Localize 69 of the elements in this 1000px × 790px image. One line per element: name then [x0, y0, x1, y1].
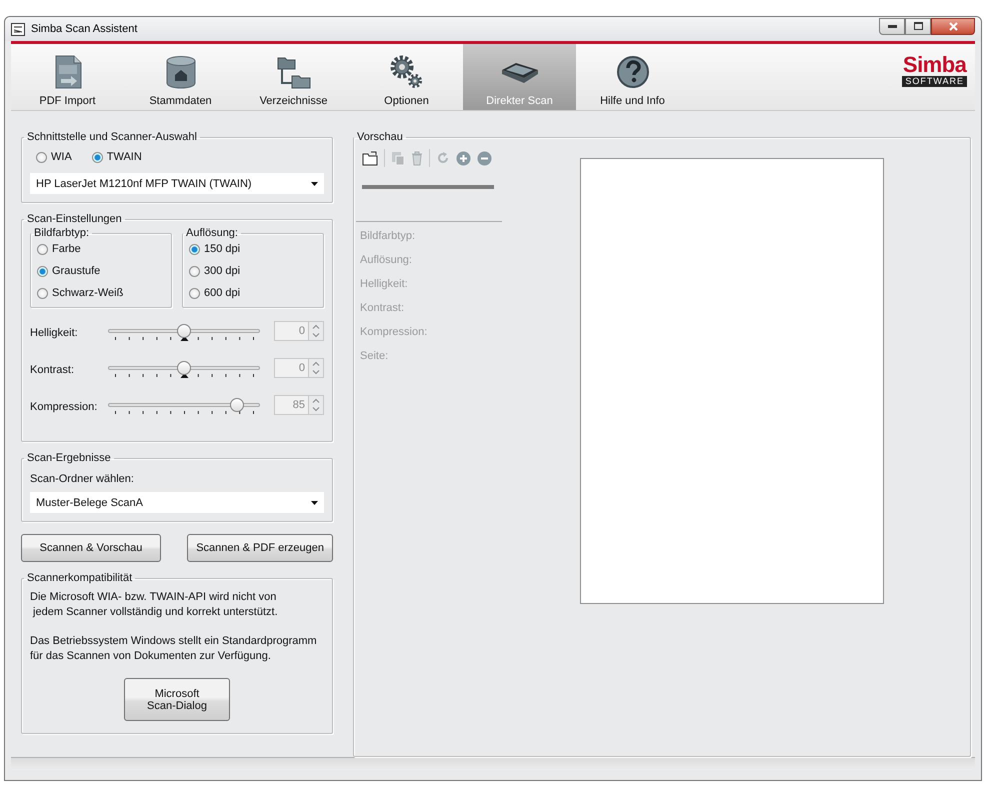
- info-label: Seite:: [360, 350, 390, 364]
- radio-label[interactable]: 150 dpi: [204, 243, 240, 255]
- logo-subtitle: SOFTWARE: [902, 76, 967, 87]
- slider-thumb[interactable]: [177, 361, 191, 375]
- radio-label[interactable]: 600 dpi: [204, 287, 240, 299]
- maximize-button[interactable]: [905, 18, 931, 34]
- radio-label[interactable]: Schwarz-Weiß: [52, 287, 124, 299]
- info-label: Kompression:: [360, 326, 428, 340]
- close-button[interactable]: [931, 18, 975, 34]
- window-title: Simba Scan Assistent: [31, 23, 138, 35]
- group-title: Bildfarbtyp:: [33, 227, 90, 239]
- close-icon: [948, 22, 958, 30]
- group-title: Scannerkompatibilität: [26, 572, 134, 584]
- radio-label[interactable]: 300 dpi: [204, 265, 240, 277]
- toolbar-tab[interactable]: Verzeichnisse: [237, 44, 350, 110]
- group-title: Vorschau: [356, 131, 404, 143]
- pdf-document-icon: [52, 55, 82, 89]
- group-title: Auflösung:: [185, 227, 239, 239]
- radio-button[interactable]: [36, 152, 47, 162]
- group-title: Schnittstelle und Scanner-Auswahl: [26, 131, 198, 143]
- folder-tree-icon: [276, 55, 312, 89]
- radio-label[interactable]: TWAIN: [106, 151, 142, 163]
- field-label: Scan-Ordner wählen:: [30, 473, 135, 485]
- radio-button[interactable]: [92, 152, 103, 162]
- app-icon: [11, 22, 25, 36]
- maximize-icon: [914, 22, 922, 30]
- radio-button[interactable]: [37, 266, 48, 276]
- help-icon: [616, 55, 650, 89]
- slider-label: Kontrast:: [30, 363, 76, 376]
- scan-button[interactable]: Scannen & Vorschau: [21, 534, 161, 562]
- radio-button[interactable]: [37, 244, 48, 254]
- minimize-button[interactable]: [879, 18, 905, 34]
- minimize-icon: [888, 24, 896, 28]
- radio-label[interactable]: Farbe: [52, 243, 81, 255]
- toolbar-tab[interactable]: Optionen: [350, 44, 463, 110]
- dropdown[interactable]: Muster-Belege ScanA: [30, 492, 324, 513]
- dropdown-caret-icon: [311, 182, 318, 186]
- group-title: Scan-Einstellungen: [26, 213, 123, 225]
- info-paragraph: Das Betriebssystem Windows stellt ein Standardprogramm für das Scannen von Dokumenten zur Verfügung.: [30, 634, 318, 664]
- zoom-out-icon[interactable]: [477, 150, 492, 166]
- slider-thumb[interactable]: [230, 398, 244, 412]
- toolbar-tab[interactable]: Hilfe und Info: [576, 44, 689, 110]
- radio-label[interactable]: Graustufe: [52, 265, 100, 277]
- radio-button[interactable]: [189, 244, 200, 254]
- slider-label: Helligkeit:: [30, 326, 79, 339]
- info-label: Auflösung:: [360, 254, 413, 268]
- gears-icon: [388, 54, 424, 90]
- scanner-icon: [500, 60, 540, 84]
- toolbar-tab[interactable]: PDF Import: [11, 44, 124, 110]
- folder-icon[interactable]: [362, 150, 378, 166]
- slider-thumb[interactable]: [177, 324, 191, 338]
- info-paragraph: Die Microsoft WIA- bzw. TWAIN-API wird nicht von jedem Scanner vollständig und korrekt unterstützt.: [30, 590, 279, 620]
- scan-dialog-button[interactable]: Microsoft Scan-Dialog: [124, 678, 230, 721]
- dropdown-caret-icon: [311, 500, 318, 504]
- logo-text: Simba: [902, 54, 967, 76]
- radio-button[interactable]: [189, 288, 200, 298]
- info-label: Kontrast:: [360, 302, 406, 316]
- database-home-icon: [164, 55, 198, 89]
- radio-label[interactable]: WIA: [51, 151, 72, 163]
- zoom-in-icon[interactable]: [456, 150, 471, 166]
- radio-button[interactable]: [189, 266, 200, 276]
- scan-button[interactable]: Scannen & PDF erzeugen: [187, 534, 333, 562]
- info-label: Helligkeit:: [360, 278, 409, 292]
- toolbar-tab[interactable]: Stammdaten: [124, 44, 237, 110]
- slider-label: Kompression:: [30, 400, 98, 413]
- radio-button[interactable]: [37, 288, 48, 298]
- group-title: Scan-Ergebnisse: [26, 452, 112, 464]
- info-label: Bildfarbtyp:: [360, 230, 416, 244]
- dropdown[interactable]: HP LaserJet M1210nf MFP TWAIN (TWAIN): [30, 173, 324, 194]
